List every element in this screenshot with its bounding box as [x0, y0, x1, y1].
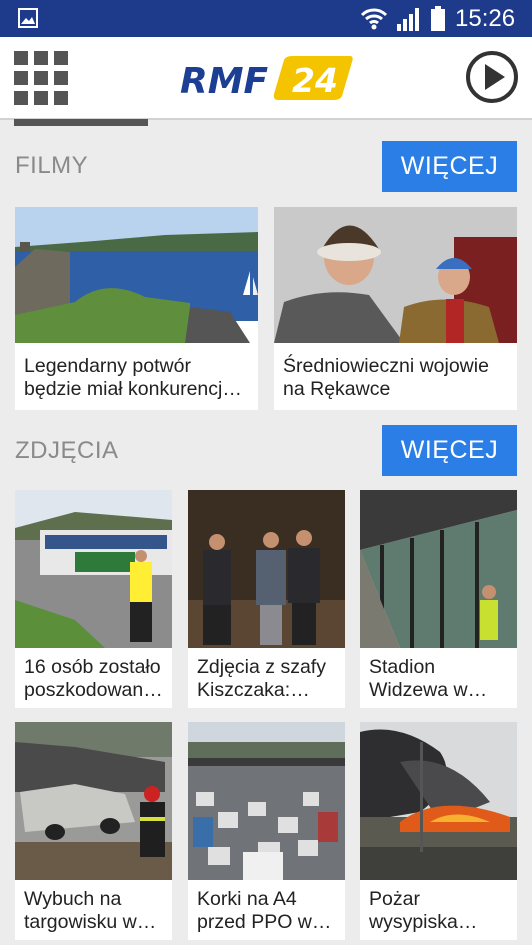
more-photos-button[interactable]: WIĘCEJ — [382, 425, 517, 476]
gallery-notification-icon — [18, 8, 38, 28]
photo-thumbnail — [360, 722, 517, 880]
section-title-filmy: FILMY — [15, 152, 89, 179]
photo-thumbnail — [15, 722, 172, 880]
status-bar: 15:26 — [0, 0, 532, 37]
video-card[interactable]: Legendarny potwór będzie miał konkurencj… — [15, 207, 258, 410]
previous-item-edge — [14, 119, 148, 126]
video-card[interactable]: Średniowieczni wojowie na Rękawce — [274, 207, 517, 410]
video-caption: Średniowieczni wojowie na Rękawce — [283, 355, 489, 400]
photo-thumbnail — [188, 490, 345, 648]
photo-card[interactable]: Stadion Widzewa w… — [360, 490, 517, 708]
photo-card[interactable]: Korki na A4 przed PPO w… — [188, 722, 345, 940]
video-caption: Legendarny potwór będzie miał konkurencj… — [24, 355, 242, 400]
photo-thumbnail — [360, 490, 517, 648]
rmf24-logo: RMF 24 — [180, 54, 354, 102]
photo-card[interactable]: Pożar wysypiska… — [360, 722, 517, 940]
logo-text-rmf: RMF — [180, 61, 269, 102]
battery-icon — [431, 6, 445, 31]
more-videos-button[interactable]: WIĘCEJ — [382, 141, 517, 192]
play-icon[interactable] — [465, 50, 519, 104]
logo-text-24: 24 — [292, 61, 338, 100]
photo-caption: 16 osób zostało poszkodowan… — [24, 656, 163, 701]
wifi-icon — [360, 8, 388, 30]
photo-caption: Korki na A4 przed PPO w… — [197, 888, 332, 933]
signal-icon — [397, 8, 419, 31]
photo-caption: Stadion Widzewa w… — [369, 656, 488, 701]
photo-card[interactable]: Wybuch na targowisku w… — [15, 722, 172, 940]
app-bar: RMF 24 — [0, 37, 532, 120]
photo-thumbnail — [15, 490, 172, 648]
clock: 15:26 — [455, 5, 516, 32]
photo-caption: Pożar wysypiska… — [369, 888, 478, 933]
photo-caption: Wybuch na targowisku w… — [24, 888, 157, 933]
section-title-zdjecia: ZDJĘCIA — [15, 437, 119, 464]
grid-menu-icon[interactable] — [14, 51, 68, 105]
video-thumbnail — [15, 207, 258, 343]
photo-card[interactable]: Zdjęcia z szafy Kiszczaka:… — [188, 490, 345, 708]
photo-card[interactable]: 16 osób zostało poszkodowan… — [15, 490, 172, 708]
photo-caption: Zdjęcia z szafy Kiszczaka:… — [197, 656, 326, 701]
video-thumbnail — [274, 207, 517, 343]
photo-thumbnail — [188, 722, 345, 880]
